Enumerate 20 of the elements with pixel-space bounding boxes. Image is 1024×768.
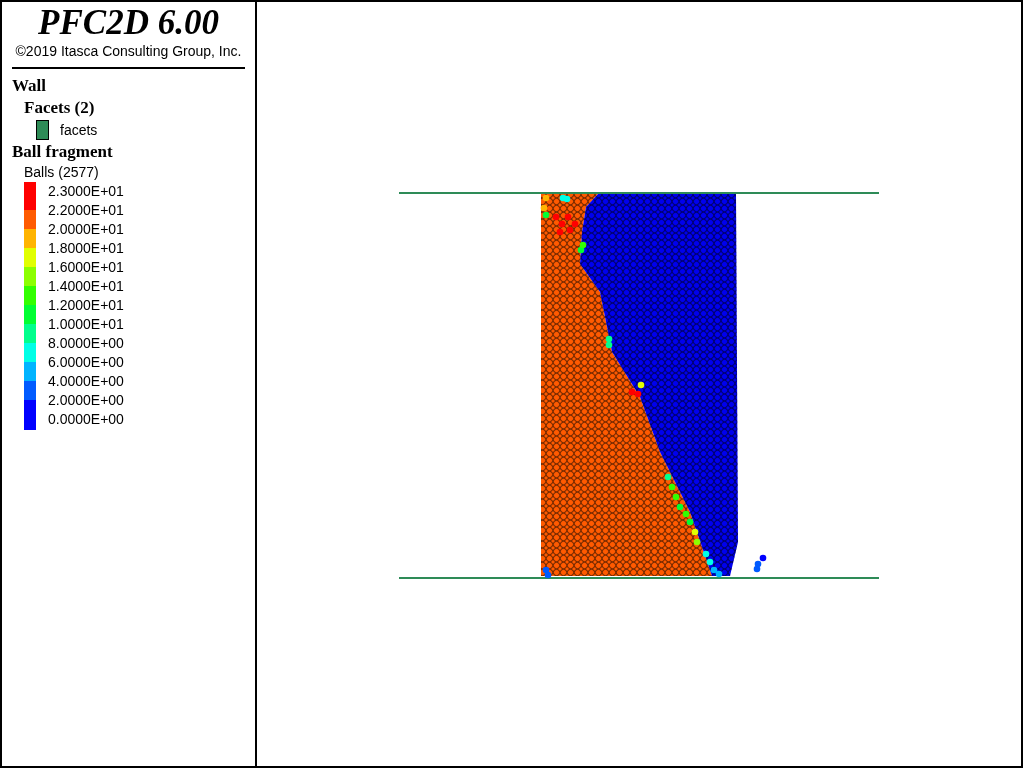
legend-value: 1.4000E+01: [48, 277, 124, 296]
legend-value: 2.0000E+01: [48, 220, 124, 239]
app-title: PFC2D 6.00: [37, 4, 220, 42]
legend-value: 2.2000E+01: [48, 201, 124, 220]
legend-group-title: Facets (2): [23, 97, 96, 119]
legend-value: 8.0000E+00: [48, 334, 124, 353]
legend-value: 1.6000E+01: [48, 258, 124, 277]
legend-group-title: Balls (2577): [23, 163, 100, 181]
legend-value: 1.2000E+01: [48, 296, 124, 315]
legend-value: 1.8000E+01: [48, 239, 124, 258]
legend-value: 2.0000E+00: [48, 391, 124, 410]
legend-value: 4.0000E+00: [48, 372, 124, 391]
legend-heading: Ball fragment: [12, 141, 114, 163]
legend-value: 0.0000E+00: [48, 410, 124, 429]
legend-value: 2.3000E+01: [48, 182, 124, 201]
legend-value: 1.0000E+01: [48, 315, 124, 334]
legend-label: facets: [60, 120, 98, 140]
legend-value: 6.0000E+00: [48, 353, 124, 372]
legend-heading: Wall: [12, 75, 47, 97]
copyright-text: ©2019 Itasca Consulting Group, Inc.: [14, 42, 243, 60]
